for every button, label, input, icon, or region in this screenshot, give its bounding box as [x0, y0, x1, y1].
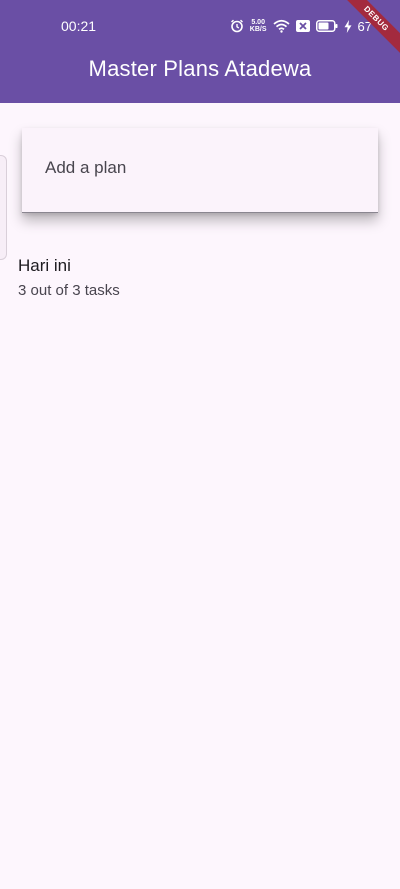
network-speed: 5.00 KB/S [250, 19, 267, 33]
status-time: 00:21 [61, 18, 97, 34]
app-bar: 00:21 5.00 KB/S 67 Master Plans Atadewa [0, 0, 400, 103]
status-icons: 5.00 KB/S 67 [230, 17, 372, 35]
add-plan-input[interactable] [45, 158, 345, 178]
page-title: Master Plans Atadewa [88, 56, 312, 81]
plan-task-count: 3 out of 3 tasks [18, 282, 120, 299]
plan-list-item[interactable]: Hari ini 3 out of 3 tasks [0, 248, 400, 308]
plan-title: Hari ini [18, 256, 71, 275]
add-plan-card [22, 128, 378, 213]
wifi-icon [272, 19, 290, 33]
no-sim-icon [295, 20, 310, 32]
network-speed-unit: KB/S [249, 26, 267, 33]
drawer-edge-handle[interactable] [0, 155, 7, 260]
status-bar: 00:21 5.00 KB/S 67 [0, 0, 400, 52]
network-speed-value: 5.00 [251, 19, 265, 26]
battery-percent: 67 [357, 18, 372, 34]
alarm-icon [230, 19, 244, 33]
charging-icon [344, 19, 352, 33]
battery-icon [315, 20, 338, 32]
